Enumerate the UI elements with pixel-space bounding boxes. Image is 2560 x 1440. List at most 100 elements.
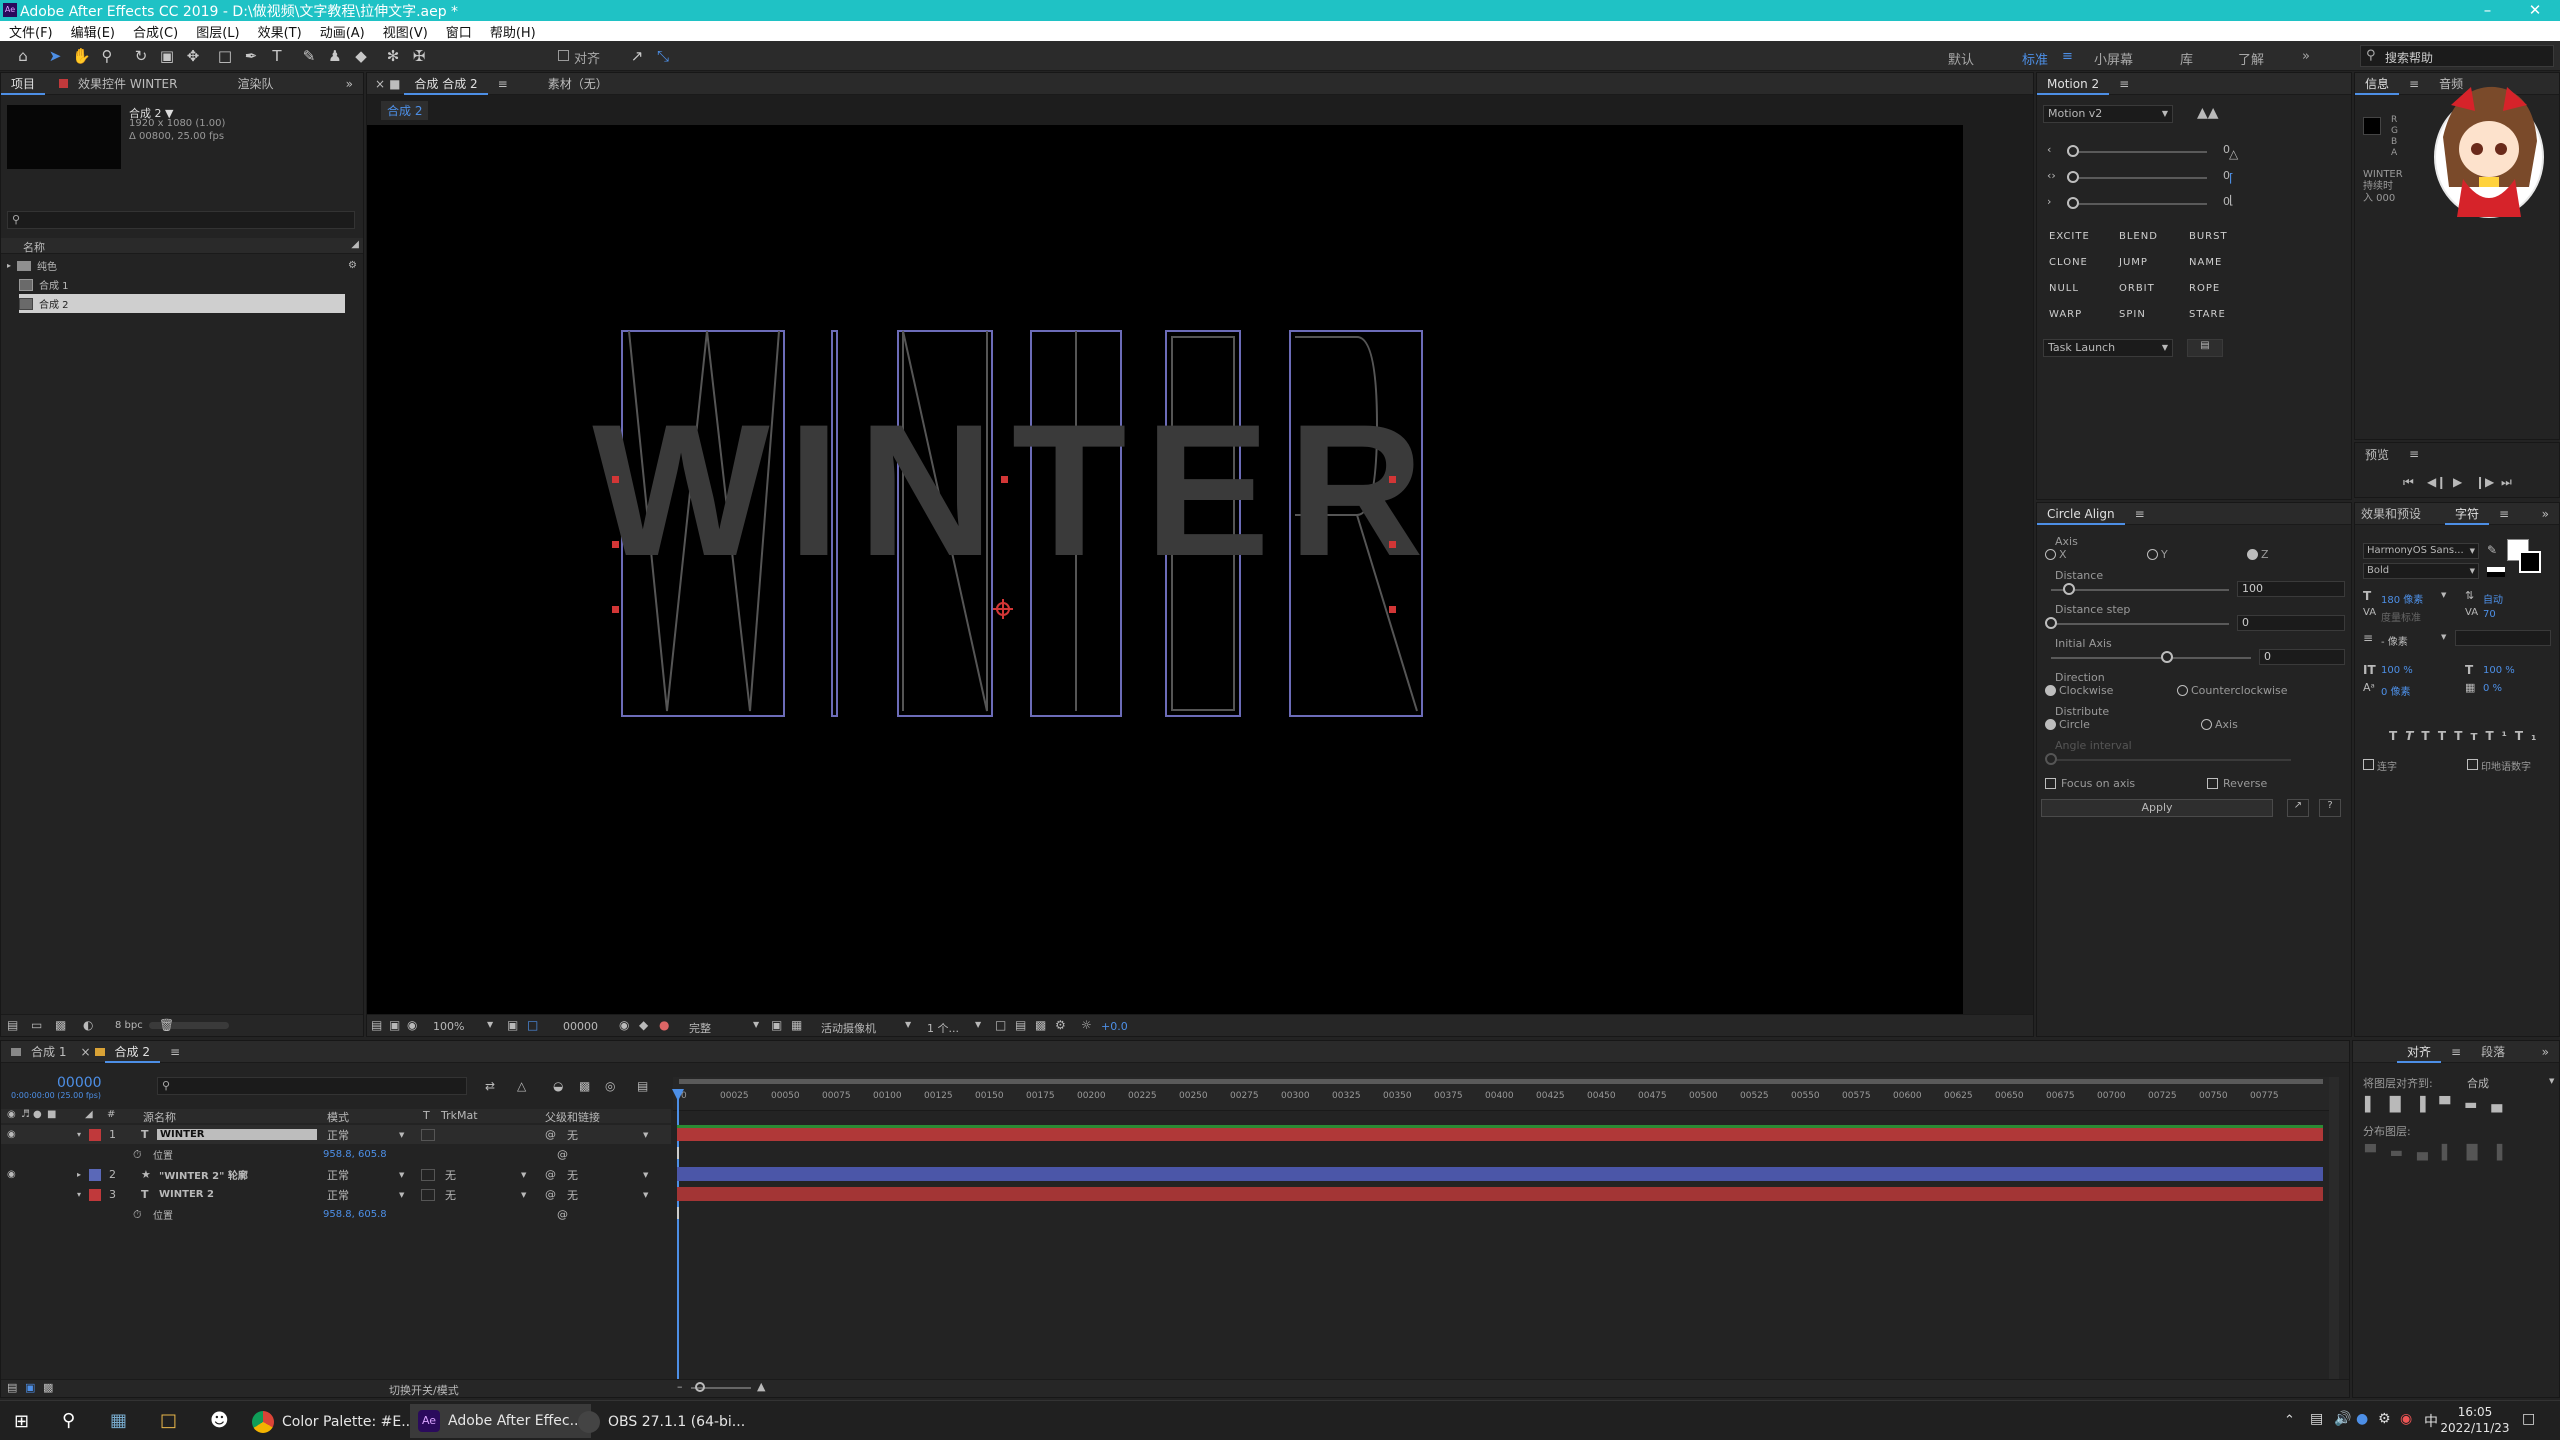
menu-edit[interactable]: 编辑(E) [62, 22, 124, 41]
swatch-white-black[interactable] [2487, 567, 2505, 577]
transfer-controls-icon[interactable]: ▣ [25, 1381, 35, 1394]
pan-behind-icon[interactable]: ✥ [184, 47, 202, 65]
zoom-select[interactable]: 100% [433, 1020, 464, 1033]
stroke-color-swatch[interactable] [2519, 551, 2541, 573]
distribute-left-icon[interactable]: ▌ [2442, 1145, 2467, 1161]
motion-preset-select[interactable]: Motion v2 ▼ [2043, 105, 2173, 123]
align-to-select[interactable]: 合成 [2467, 1075, 2489, 1091]
layer-row-2[interactable]: ◉ ▸ 2 ★ "WINTER 2" 轮廓 正常 ▼ 无 ▼ @ 无 ▼ [1, 1165, 671, 1184]
subscript-icon[interactable]: T₁ [2515, 729, 2544, 743]
kerning-value[interactable]: 度量标准 [2381, 609, 2421, 624]
trkmat-box[interactable] [421, 1188, 435, 1201]
qq-icon[interactable]: ☻ [210, 1410, 229, 1431]
tray-app3-icon[interactable]: ◉ [2400, 1411, 2412, 1427]
eye-icon[interactable]: ◉ [7, 1169, 16, 1180]
tab-motion[interactable]: Motion 2 [2037, 73, 2110, 95]
eye-icon[interactable]: ◉ [7, 1129, 16, 1140]
align-right-icon[interactable]: ▐ [2415, 1097, 2440, 1113]
notification-icon[interactable]: □ [2522, 1411, 2535, 1427]
layer-search-input[interactable]: ⚲ [157, 1077, 467, 1095]
tab-footage[interactable]: 素材（无） [538, 75, 618, 92]
hindi-digits-checkbox[interactable] [2467, 759, 2478, 770]
distance-step-slider[interactable] [2051, 623, 2229, 625]
help-search[interactable]: ⚲ 搜索帮助 [2360, 45, 2554, 67]
network-icon[interactable]: ▤ [2310, 1411, 2323, 1427]
blend-button[interactable]: BLEND [2119, 231, 2158, 242]
faux-bold-icon[interactable]: T [2389, 729, 2405, 743]
warp-button[interactable]: WARP [2049, 309, 2082, 320]
layer-row-3[interactable]: ▾ 3 T WINTER 2 正常 ▼ 无 ▼ @ 无 ▼ [1, 1185, 671, 1204]
trkmat-box[interactable] [421, 1168, 435, 1181]
trkmat-select[interactable]: 无 [445, 1187, 456, 1203]
expand-arrow-icon[interactable]: ▾ [77, 1190, 81, 1199]
time-ruler[interactable]: 0 00025 00050 00075 00100 00125 00150 00175 002… [673, 1077, 2329, 1111]
close-button[interactable]: ✕ [2510, 0, 2560, 21]
clock[interactable]: 16:05 2022/11/23 [2440, 1404, 2510, 1436]
tab-menu-icon[interactable]: ≡ [488, 77, 518, 91]
prev-frame-icon[interactable]: ◀❙ [2427, 475, 2446, 489]
tray-chevron-icon[interactable]: ⌃ [2284, 1413, 2295, 1428]
workspace-default[interactable]: 默认 [1948, 49, 1974, 68]
menu-help[interactable]: 帮助(H) [481, 22, 545, 41]
font-style-select[interactable]: Bold ▼ [2363, 563, 2479, 579]
distribute-hcenter-icon[interactable]: █ [2467, 1145, 2492, 1161]
distribute-vcenter-icon[interactable]: ▬ [2390, 1145, 2417, 1161]
tab-circle-align[interactable]: Circle Align [2037, 503, 2125, 525]
menu-view[interactable]: 视图(V) [374, 22, 437, 41]
project-item-folder[interactable]: ▸ 纯色 ⚙ [1, 256, 363, 275]
windows-start-icon[interactable]: ⊞ [14, 1411, 29, 1432]
tab-menu-icon[interactable]: ≡ [2441, 1045, 2471, 1059]
draft3d-toggle-icon[interactable]: △ [517, 1079, 526, 1093]
layer-name[interactable]: "WINTER 2" 轮廓 [159, 1167, 248, 1182]
transparency-grid-icon[interactable]: ▦ [791, 1018, 802, 1032]
tab-preview[interactable]: 预览 [2355, 446, 2399, 463]
parent-select[interactable]: 无 [567, 1167, 578, 1183]
mode-select[interactable]: 正常 [327, 1187, 349, 1203]
panel-expand-icon[interactable]: » [336, 77, 363, 91]
tracking-value[interactable]: 70 [2483, 609, 2496, 620]
motion-slider-2-knob[interactable] [2067, 171, 2079, 183]
flowchart-icon[interactable]: ⚙ [1055, 1018, 1066, 1032]
panel-expand-icon[interactable]: » [2532, 1045, 2559, 1059]
name-button[interactable]: NAME [2189, 257, 2222, 268]
comp-flow-icon[interactable]: ⇄ [485, 1079, 495, 1093]
motion-slider-3[interactable] [2067, 203, 2207, 205]
exposure-value[interactable]: +0.0 [1101, 1020, 1128, 1033]
comp-breadcrumb[interactable]: 合成 2 [381, 101, 429, 120]
mountain-graph-icon[interactable]: ▲▲ [2197, 105, 2219, 121]
eraser-tool-icon[interactable]: ◆ [352, 47, 370, 65]
zoom-tool-icon[interactable]: ⚲ [98, 47, 116, 65]
bezier-icon[interactable]: ⌈ [2229, 171, 2234, 185]
rope-button[interactable]: ROPE [2189, 283, 2220, 294]
angle-interval-slider[interactable] [2051, 759, 2291, 761]
ligatures-checkbox[interactable] [2363, 759, 2374, 770]
trkmat-select[interactable]: 无 [445, 1167, 456, 1183]
pickwhip-icon[interactable]: @ [545, 1188, 556, 1201]
tab-menu-icon[interactable]: ≡ [2125, 507, 2155, 521]
close-tab-icon[interactable]: × [76, 1045, 94, 1059]
tab-character[interactable]: 字符 [2445, 503, 2490, 525]
axis-z-radio[interactable] [2247, 549, 2258, 560]
pen-tool-icon[interactable]: ✒ [242, 47, 260, 65]
taskbar-app-chrome[interactable]: Color Palette: #E... [252, 1409, 415, 1435]
color-settings-icon[interactable]: ◐ [83, 1018, 93, 1032]
clockwise-radio[interactable] [2045, 685, 2056, 696]
align-hcenter-icon[interactable]: █ [2390, 1097, 2415, 1113]
parent-select[interactable]: 无 [567, 1127, 578, 1143]
tab-menu-icon[interactable]: ≡ [2109, 77, 2139, 91]
baseline-shift-value[interactable]: 0 像素 [2381, 683, 2411, 698]
motion-slider-2[interactable] [2067, 177, 2207, 179]
new-folder-icon[interactable]: ▭ [31, 1018, 42, 1032]
stopwatch-icon[interactable]: ⏱ [133, 1208, 142, 1222]
selection-tool-icon[interactable]: ➤ [46, 47, 64, 65]
graph-editor-icon[interactable]: ▤ [637, 1079, 648, 1093]
file-explorer-icon[interactable]: □ [160, 1410, 177, 1431]
axis-x-radio[interactable] [2045, 549, 2056, 560]
exposure-icon[interactable]: ☼ [1081, 1018, 1092, 1032]
search-icon[interactable]: ⚲ [62, 1410, 75, 1431]
workspace-learn[interactable]: 了解 [2238, 49, 2264, 68]
apply-button[interactable]: Apply [2041, 799, 2273, 817]
mode-select[interactable]: 正常 [327, 1127, 349, 1143]
orbit-button[interactable]: ORBIT [2119, 283, 2155, 294]
layer-name[interactable]: WINTER [157, 1129, 317, 1140]
